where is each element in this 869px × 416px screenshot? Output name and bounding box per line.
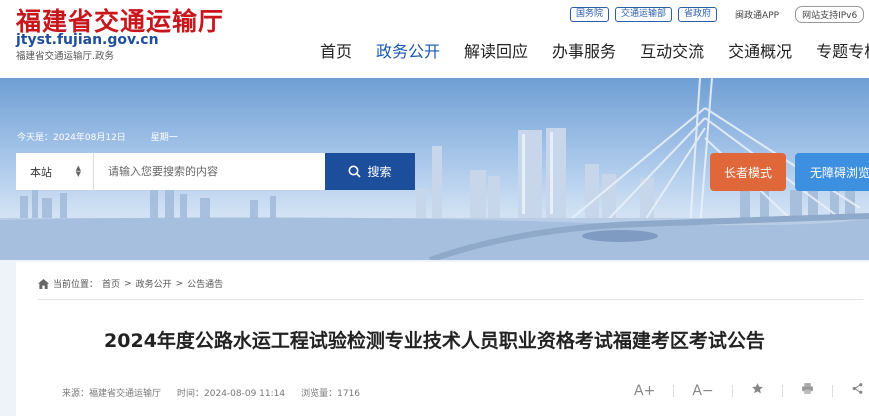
current-date: 今天是：2024年08月12日: [17, 133, 126, 143]
link-ministry-transport[interactable]: 交通运输部: [615, 7, 673, 22]
content-area: 当前位置： 首页 > 政务公开 > 公告通告 2024年度公路水运工程试验检测专…: [0, 260, 869, 416]
main-nav: 首页 政务公开 解读回应 办事服务 互动交流 交通概况 专题专栏: [320, 38, 869, 62]
nav-item-gov-affairs[interactable]: 政务公开: [376, 38, 440, 62]
search-scope-select[interactable]: 本站 ▲ ▼: [16, 153, 94, 190]
site-subtitle: 福建省交通运输厅.政务: [16, 51, 115, 62]
search-icon: [348, 165, 362, 178]
top-links: 国务院 交通运输部 省政府 闽政通APP 网站支持IPv6: [570, 6, 865, 23]
star-icon: [751, 383, 763, 394]
breadcrumb-gov-affairs[interactable]: 政务公开: [136, 277, 172, 290]
nav-item-overview[interactable]: 交通概况: [728, 38, 792, 62]
nav-item-interpretation[interactable]: 解读回应: [464, 38, 528, 62]
favorite-button[interactable]: [751, 382, 764, 399]
breadcrumb-separator: >: [124, 278, 132, 289]
breadcrumb-label: 当前位置：: [53, 280, 99, 290]
tool-divider: [731, 384, 733, 397]
ipv6-badge: 网站支持IPv6: [795, 6, 865, 23]
elder-mode-button[interactable]: 长者模式: [710, 153, 786, 191]
article-meta: 来源：福建省交通运输厅 时间：2024-08-09 11:14 浏览量：1716: [62, 386, 360, 399]
updown-arrow-icon: ▲ ▼: [75, 164, 81, 178]
font-decrease-button[interactable]: A−: [692, 383, 713, 399]
search-scope-value: 本站: [30, 165, 52, 179]
home-icon: [38, 278, 49, 289]
article-tools: A+ A−: [634, 382, 869, 399]
search-button-label: 搜索: [367, 165, 392, 179]
breadcrumb-announcements[interactable]: 公告通告: [187, 277, 223, 290]
article-title: 2024年度公路水运工程试验检测专业技术人员职业资格考试福建考区考试公告: [104, 330, 765, 352]
site-domain: jtyst.fujian.gov.cn: [16, 32, 159, 48]
nav-item-home[interactable]: 首页: [320, 38, 352, 62]
site-header: 福建省交通运输厅 jtyst.fujian.gov.cn 福建省交通运输厅.政务…: [0, 0, 869, 78]
print-button[interactable]: [801, 382, 814, 399]
search-input[interactable]: [94, 153, 325, 190]
current-weekday: 星期一: [150, 133, 178, 143]
breadcrumb-separator: >: [175, 278, 184, 289]
link-provincial-gov[interactable]: 省政府: [678, 7, 718, 22]
article-source: 来源：福建省交通运输厅: [62, 389, 162, 399]
nav-item-topics[interactable]: 专题专栏: [816, 38, 869, 62]
printer-icon: [801, 383, 813, 394]
breadcrumb-divider: [38, 299, 863, 300]
breadcrumb: 当前位置： 首页 > 政务公开 > 公告通告: [38, 277, 223, 290]
breadcrumb-home[interactable]: 首页: [102, 277, 120, 290]
date-display: 今天是：2024年08月12日 星期一: [17, 130, 200, 143]
article-time: 时间：2024-08-09 11:14: [177, 389, 286, 399]
font-increase-button[interactable]: A+: [634, 383, 655, 399]
share-icon: [852, 383, 862, 394]
link-state-council[interactable]: 国务院: [570, 7, 610, 22]
tool-divider: [831, 384, 833, 397]
nav-item-interaction[interactable]: 互动交流: [640, 38, 704, 62]
search-bar: 本站 ▲▼ 搜索: [16, 153, 415, 190]
nav-item-services[interactable]: 办事服务: [552, 38, 616, 62]
search-button[interactable]: 搜索: [325, 153, 415, 190]
share-button[interactable]: [851, 382, 864, 399]
app-link[interactable]: 闽政通APP: [735, 8, 779, 21]
tool-divider: [673, 384, 675, 397]
hero-banner: 今天是：2024年08月12日 星期一 本站 ▲▼ 搜索 长者模式 无障碍浏览: [0, 78, 869, 260]
tool-divider: [781, 384, 783, 397]
article-views: 浏览量：1716: [301, 389, 361, 399]
accessible-mode-button[interactable]: 无障碍浏览: [795, 153, 869, 191]
